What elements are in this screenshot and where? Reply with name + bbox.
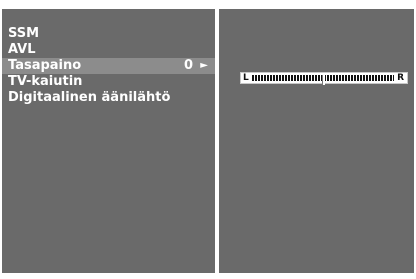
detail-panel: L R: [219, 9, 414, 273]
menu-item-tv-kaiutin[interactable]: TV-kaiutin: [2, 74, 215, 90]
balance-track: [252, 75, 394, 85]
arrow-right-icon: ►: [200, 60, 208, 71]
audio-menu: SSM AVL Tasapaino 0 ► TV-kaiutin Digitaa…: [2, 26, 215, 106]
menu-item-digitaalinen-aanilahto[interactable]: Digitaalinen äänilähtö: [2, 90, 215, 106]
menu-item-avl[interactable]: AVL: [2, 42, 215, 58]
menu-item-label: Digitaalinen äänilähtö: [8, 90, 171, 105]
menu-item-label: SSM: [8, 26, 40, 41]
menu-item-label: TV-kaiutin: [8, 74, 83, 89]
balance-indicator[interactable]: [322, 75, 325, 85]
menu-item-ssm[interactable]: SSM: [2, 26, 215, 42]
menu-panel: SSM AVL Tasapaino 0 ► TV-kaiutin Digitaa…: [2, 9, 215, 273]
osd-screen: SSM AVL Tasapaino 0 ► TV-kaiutin Digitaa…: [0, 0, 416, 279]
balance-slider[interactable]: L R: [240, 72, 408, 85]
menu-item-tasapaino[interactable]: Tasapaino 0 ►: [2, 58, 215, 74]
balance-right-label: R: [397, 73, 404, 83]
menu-item-label: AVL: [8, 42, 36, 57]
balance-value: 0: [183, 58, 193, 73]
menu-item-label: Tasapaino: [8, 58, 82, 73]
balance-left-label: L: [243, 73, 249, 83]
